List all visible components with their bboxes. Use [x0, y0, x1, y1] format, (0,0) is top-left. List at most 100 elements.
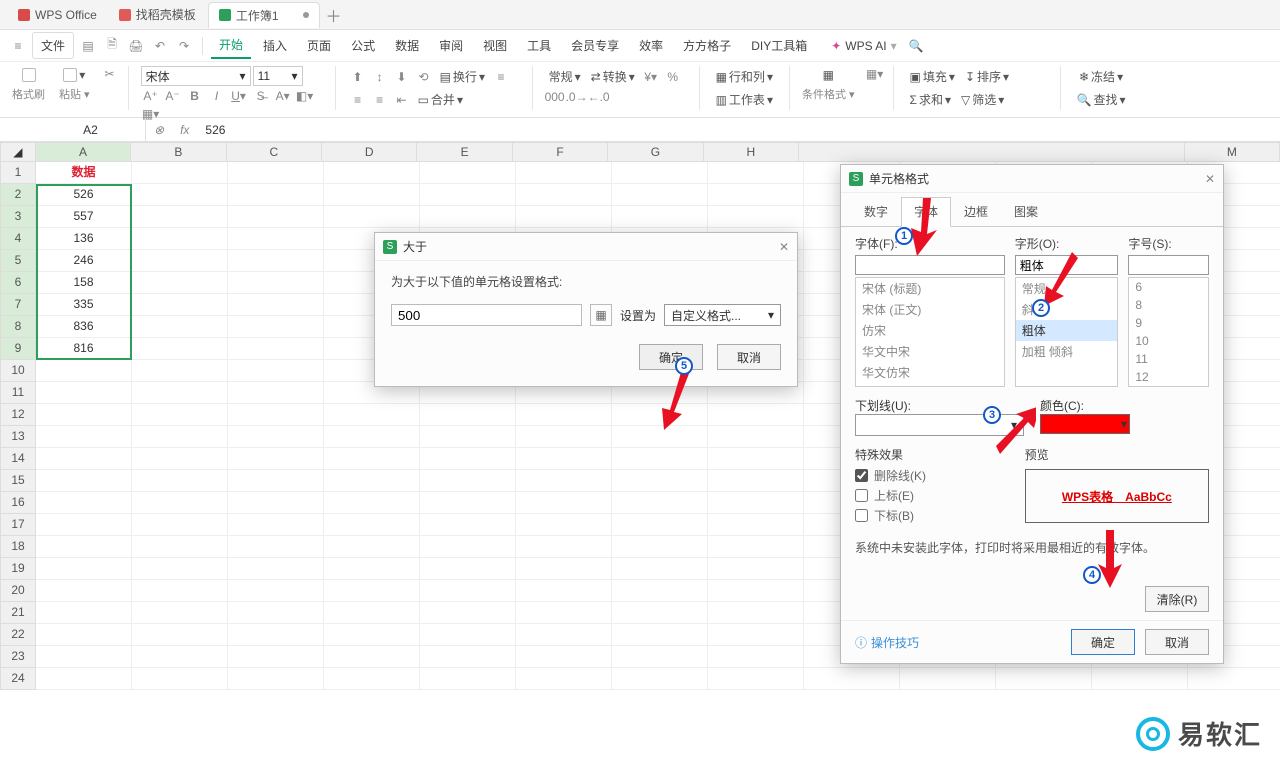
- cell[interactable]: [420, 514, 516, 536]
- cell[interactable]: [228, 382, 324, 404]
- dec-inc-icon[interactable]: .0→: [569, 89, 585, 105]
- tab-wps-office[interactable]: WPS Office: [8, 2, 107, 28]
- font-size-combo[interactable]: 11▾: [253, 66, 303, 86]
- close-icon[interactable]: ✕: [779, 240, 789, 254]
- underline-icon[interactable]: U▾: [231, 88, 247, 104]
- size-input[interactable]: [1128, 255, 1209, 275]
- cell[interactable]: [324, 514, 420, 536]
- size-listbox[interactable]: 689101112: [1128, 277, 1209, 387]
- cell[interactable]: [612, 448, 708, 470]
- cell[interactable]: [228, 316, 324, 338]
- font-listbox[interactable]: 宋体 (标题)宋体 (正文)仿宋华文中宋华文仿宋华文宋体: [855, 277, 1005, 387]
- greater-value-input[interactable]: [391, 304, 582, 326]
- cell[interactable]: [132, 404, 228, 426]
- cell[interactable]: [36, 646, 132, 668]
- cell[interactable]: [708, 624, 804, 646]
- col-header-E[interactable]: E: [417, 142, 512, 162]
- cell[interactable]: [420, 470, 516, 492]
- cell[interactable]: [228, 646, 324, 668]
- wrap-button[interactable]: ▤ 换行▾: [436, 66, 489, 87]
- cell[interactable]: [516, 558, 612, 580]
- cell[interactable]: [612, 536, 708, 558]
- bold-icon[interactable]: B: [187, 88, 203, 104]
- tips-link[interactable]: ⓘ操作技巧: [855, 634, 919, 651]
- cell[interactable]: [420, 624, 516, 646]
- cell[interactable]: [612, 514, 708, 536]
- cell[interactable]: [612, 558, 708, 580]
- tab-template[interactable]: 找稻壳模板: [109, 2, 206, 28]
- row-header[interactable]: 10: [0, 360, 36, 382]
- cell[interactable]: [36, 404, 132, 426]
- cell[interactable]: [324, 448, 420, 470]
- cell[interactable]: [708, 536, 804, 558]
- cell[interactable]: [516, 206, 612, 228]
- cell[interactable]: [132, 294, 228, 316]
- row-header[interactable]: 12: [0, 404, 36, 426]
- cell[interactable]: [228, 294, 324, 316]
- find-button[interactable]: 🔍 查找 ▾: [1073, 89, 1130, 110]
- filter-button[interactable]: ▽ 筛选 ▾: [957, 89, 1008, 110]
- cell[interactable]: [516, 668, 612, 690]
- cell[interactable]: [36, 624, 132, 646]
- cell[interactable]: [708, 162, 804, 184]
- indent-dec-icon[interactable]: ⇤: [394, 92, 410, 108]
- row-header[interactable]: 14: [0, 448, 36, 470]
- menu-data[interactable]: 数据: [387, 33, 427, 58]
- cell[interactable]: [228, 492, 324, 514]
- cell[interactable]: [324, 492, 420, 514]
- cell[interactable]: [36, 448, 132, 470]
- cell[interactable]: [132, 272, 228, 294]
- cell[interactable]: [1188, 668, 1280, 690]
- cell[interactable]: [420, 558, 516, 580]
- cell[interactable]: [228, 668, 324, 690]
- merge-button[interactable]: ▭ 合并▾: [414, 89, 467, 110]
- cell[interactable]: [516, 404, 612, 426]
- convert-button[interactable]: ⇄ 转换 ▾: [587, 66, 639, 87]
- cell[interactable]: 335: [36, 294, 132, 316]
- cell[interactable]: [132, 250, 228, 272]
- fill-color-icon[interactable]: ◧▾: [297, 88, 313, 104]
- cell[interactable]: [228, 360, 324, 382]
- cell[interactable]: [228, 426, 324, 448]
- row-header[interactable]: 18: [0, 536, 36, 558]
- cell[interactable]: 136: [36, 228, 132, 250]
- cell[interactable]: [516, 470, 612, 492]
- cell[interactable]: [36, 514, 132, 536]
- tab-font[interactable]: 字体: [901, 197, 951, 227]
- clear-button[interactable]: 清除(R): [1145, 586, 1209, 612]
- tab-workbook-1[interactable]: 工作簿1: [208, 2, 320, 28]
- cell[interactable]: [228, 536, 324, 558]
- cell[interactable]: [132, 228, 228, 250]
- cell[interactable]: [516, 514, 612, 536]
- menu-review[interactable]: 审阅: [431, 33, 471, 58]
- cell[interactable]: [516, 646, 612, 668]
- cell[interactable]: [36, 536, 132, 558]
- fx-cancel-icon[interactable]: ⊗: [146, 123, 172, 137]
- greater-ok-button[interactable]: 确定: [639, 344, 703, 370]
- cell[interactable]: 数据: [36, 162, 132, 184]
- cell[interactable]: [324, 668, 420, 690]
- cell[interactable]: [36, 580, 132, 602]
- cell[interactable]: [708, 404, 804, 426]
- color-combo[interactable]: ▾: [1040, 414, 1130, 434]
- cell[interactable]: [516, 580, 612, 602]
- menu-view[interactable]: 视图: [475, 33, 515, 58]
- cell[interactable]: [420, 206, 516, 228]
- row-header[interactable]: 2: [0, 184, 36, 206]
- row-header[interactable]: 22: [0, 624, 36, 646]
- cell[interactable]: [900, 668, 996, 690]
- cell[interactable]: [132, 426, 228, 448]
- row-header[interactable]: 8: [0, 316, 36, 338]
- cell[interactable]: 557: [36, 206, 132, 228]
- cell[interactable]: [420, 404, 516, 426]
- cell[interactable]: [612, 162, 708, 184]
- cell[interactable]: [516, 184, 612, 206]
- align-left-icon[interactable]: ≡: [493, 69, 509, 85]
- fx-icon[interactable]: fx: [172, 123, 197, 137]
- cell[interactable]: [36, 382, 132, 404]
- col-header-A[interactable]: A: [36, 142, 131, 162]
- cell[interactable]: [708, 448, 804, 470]
- format-choice-combo[interactable]: 自定义格式...▾: [664, 304, 781, 326]
- save-icon[interactable]: 🖨: [128, 38, 144, 54]
- cell[interactable]: [420, 184, 516, 206]
